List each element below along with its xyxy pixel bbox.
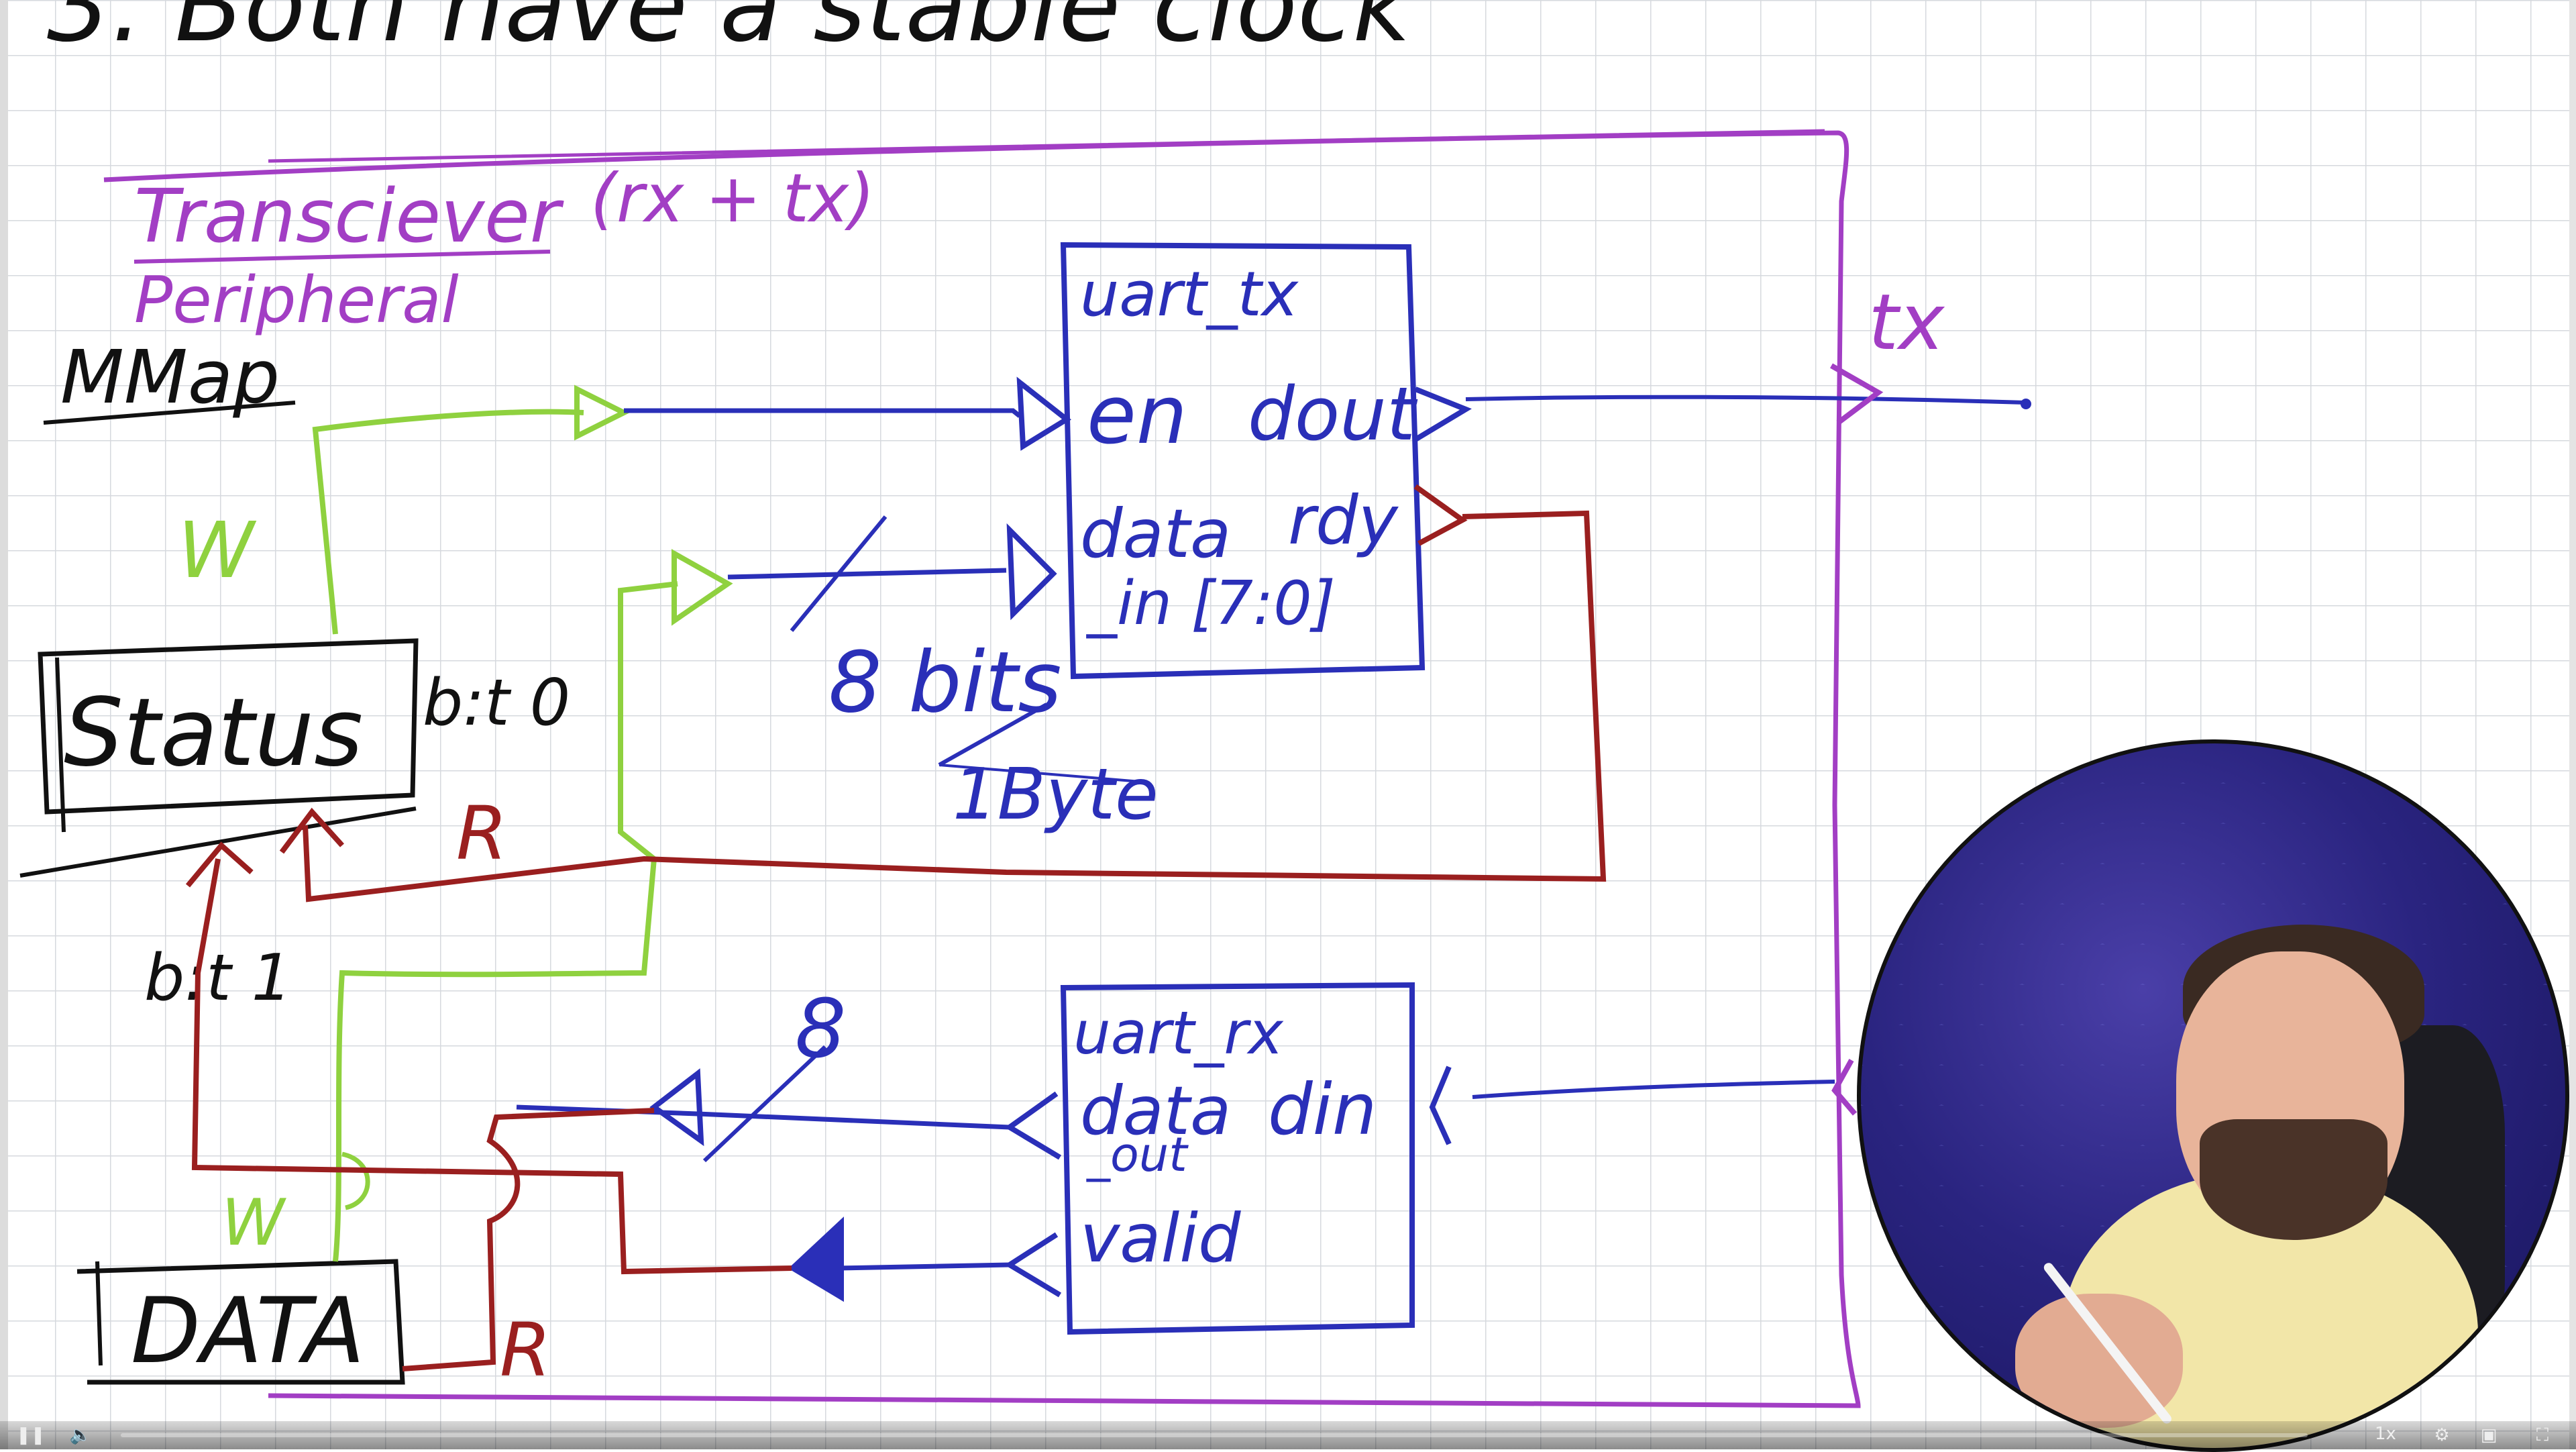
presenter-beard xyxy=(2200,1119,2387,1240)
r-bottom-label: R xyxy=(500,1307,551,1393)
blue-dataout-wire xyxy=(516,1104,1010,1130)
uart-tx-dout: dout xyxy=(1248,371,1418,457)
blue-din-arrow xyxy=(1429,1066,1452,1145)
blue-valid-buffer xyxy=(788,1216,844,1302)
pause-icon[interactable]: ❚❚ xyxy=(16,1424,46,1447)
blue-valid-wire xyxy=(838,1262,1010,1271)
uart-rx-data-out-2: _out xyxy=(1086,1127,1189,1182)
status-bit0-label: b:t 0 xyxy=(423,666,570,740)
one-byte-label: 1Byte xyxy=(953,754,1159,835)
uart-rx-valid: valid xyxy=(1080,1199,1241,1278)
tx-out-label: tx xyxy=(1868,278,1945,368)
w-top-label: W xyxy=(178,506,257,596)
blue-en-wire xyxy=(624,408,1022,418)
status-label: Status xyxy=(64,678,363,788)
presenter-webcam xyxy=(1857,739,2569,1452)
fullscreen-icon[interactable]: ⛶ xyxy=(2529,1424,2556,1447)
data-label: DATA xyxy=(131,1278,365,1384)
status-bit1-label: b:t 1 xyxy=(144,941,292,1015)
status-left-stub xyxy=(55,657,66,833)
whiteboard-canvas: 3. Both have a stable clock Transciever … xyxy=(0,0,2576,1452)
uart-tx-data-in: data xyxy=(1080,495,1231,573)
settings-icon[interactable]: ⚙ xyxy=(2428,1424,2455,1447)
green-write-en xyxy=(312,409,584,635)
blue-dout-arrow xyxy=(1413,386,1472,442)
progress-bar[interactable] xyxy=(121,1433,2308,1437)
blue-din-wire xyxy=(1472,1080,1835,1099)
volume-icon[interactable]: 🔈 xyxy=(67,1424,94,1447)
green-data-hop xyxy=(341,1151,370,1210)
blue-dataout-arrow xyxy=(1004,1091,1062,1160)
green-data-buffer xyxy=(672,549,733,626)
blue-data-wire xyxy=(727,568,1007,580)
red-rdy-arrow xyxy=(279,807,344,854)
data-left-stub xyxy=(95,1261,103,1366)
uart-tx-data-in-2: _in [7:0] xyxy=(1086,568,1336,639)
green-en-buffer xyxy=(574,384,630,441)
page-heading: 3. Both have a stable clock xyxy=(47,0,1414,64)
bus-8-label: 8 xyxy=(795,983,846,1076)
transceiver-rxtx-label: (rx + tx) xyxy=(590,159,875,238)
blue-dout-wire xyxy=(1465,395,2027,405)
uart-tx-rdy: rdy xyxy=(1288,481,1399,560)
blue-data-arrow xyxy=(1006,523,1057,621)
uart-rx-title: uart_rx xyxy=(1073,998,1284,1068)
peripheral-label: Peripheral xyxy=(134,264,459,338)
uart-tx-en: en xyxy=(1087,369,1187,462)
red-valid-arrow xyxy=(185,841,254,888)
blue-en-arrow xyxy=(1016,376,1071,451)
tx-terminal xyxy=(2021,399,2031,409)
transceiver-label: Transciever xyxy=(134,173,564,259)
boundary-top-accent xyxy=(268,129,1825,163)
blue-valid-arrow xyxy=(1004,1232,1062,1298)
playback-speed[interactable]: 1x xyxy=(2375,1424,2396,1444)
uart-rx-din: din xyxy=(1268,1069,1377,1151)
blue-dataout-buffer xyxy=(649,1068,704,1147)
picture-in-picture-icon[interactable]: ▣ xyxy=(2475,1424,2502,1447)
w-bottom-label: W xyxy=(221,1186,286,1260)
r-mid-label: R xyxy=(456,790,507,876)
uart-tx-title: uart_tx xyxy=(1080,258,1299,330)
